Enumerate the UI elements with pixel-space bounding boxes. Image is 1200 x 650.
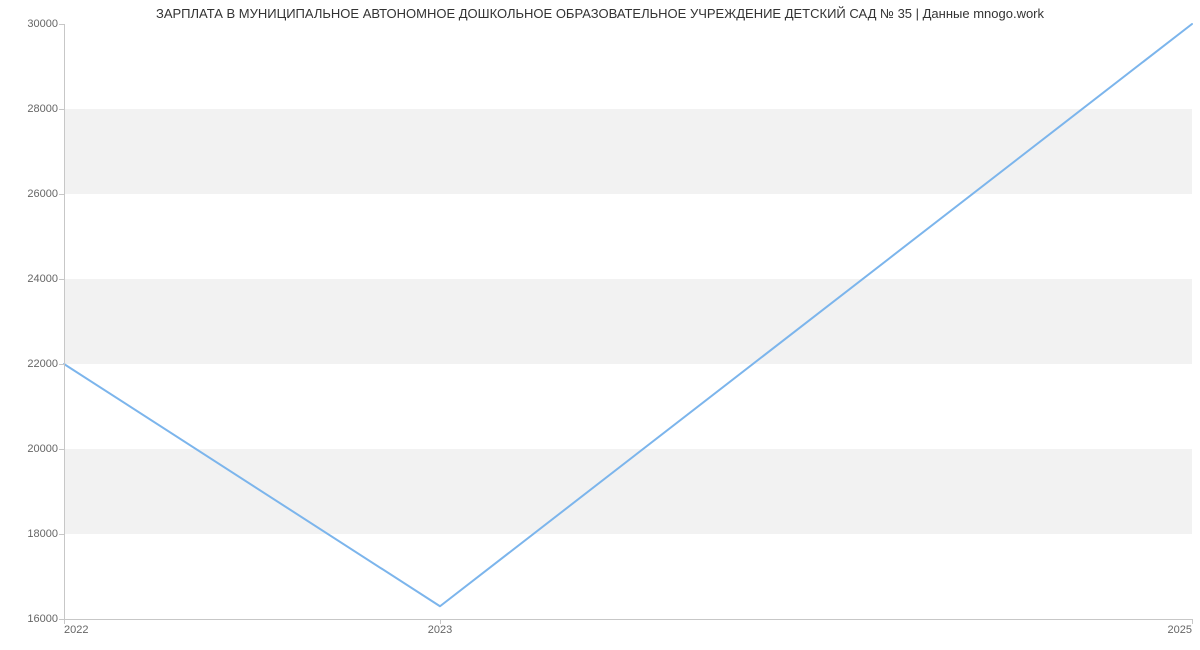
y-tick-label: 16000 (8, 613, 58, 625)
y-tick-label: 30000 (8, 18, 58, 30)
y-axis-line (64, 24, 65, 619)
y-tick-mark (59, 194, 64, 195)
x-tick-label: 2025 (1132, 624, 1192, 636)
series-line (64, 24, 1192, 619)
x-tick-mark (64, 619, 65, 624)
plot-area (64, 24, 1192, 619)
y-tick-label: 22000 (8, 358, 58, 370)
y-tick-mark (59, 534, 64, 535)
x-tick-mark (440, 619, 441, 624)
y-tick-mark (59, 364, 64, 365)
y-tick-mark (59, 449, 64, 450)
y-tick-mark (59, 109, 64, 110)
x-tick-label: 2022 (64, 624, 124, 636)
y-tick-label: 24000 (8, 273, 58, 285)
y-tick-label: 18000 (8, 528, 58, 540)
salary-line-chart: ЗАРПЛАТА В МУНИЦИПАЛЬНОЕ АВТОНОМНОЕ ДОШК… (0, 0, 1200, 650)
y-tick-label: 28000 (8, 103, 58, 115)
chart-title: ЗАРПЛАТА В МУНИЦИПАЛЬНОЕ АВТОНОМНОЕ ДОШК… (0, 6, 1200, 21)
x-axis-line (64, 619, 1192, 620)
x-tick-label: 2023 (410, 624, 470, 636)
y-tick-mark (59, 279, 64, 280)
y-tick-mark (59, 24, 64, 25)
y-tick-label: 20000 (8, 443, 58, 455)
x-tick-mark (1192, 619, 1193, 624)
y-tick-label: 26000 (8, 188, 58, 200)
